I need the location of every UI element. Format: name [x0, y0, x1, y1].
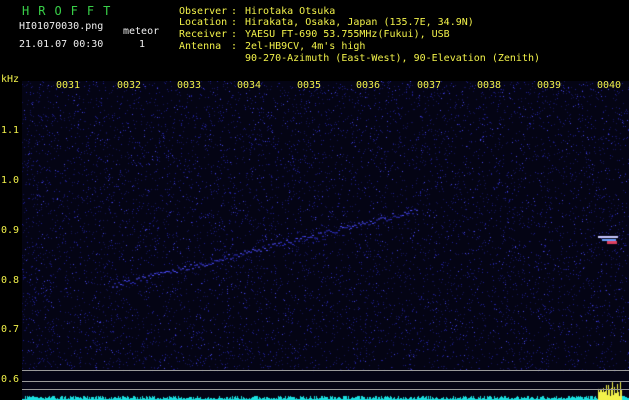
info-key-location: Location	[179, 17, 228, 28]
info-key-observer: Observer	[179, 6, 228, 17]
info-value-receiver: YAESU FT-690 53.755MHz(Fukui), USB	[245, 29, 450, 40]
info-key-receiver: Receiver	[179, 29, 228, 40]
info-colon: :	[231, 29, 238, 40]
x-tick-label: 0037	[417, 80, 442, 91]
meteor-count: 1	[139, 39, 146, 50]
y-tick-label: 0.6	[1, 374, 20, 385]
info-value-antenna-direction: 90-270-Azimuth (East-West), 90-Elevation…	[245, 53, 541, 64]
y-tick-label: 0.7	[1, 324, 20, 335]
x-tick-label: 0032	[117, 80, 142, 91]
x-tick-label: 0040	[597, 80, 622, 91]
y-tick-label: 1.1	[1, 125, 20, 136]
x-tick-label: 0039	[537, 80, 562, 91]
spectrogram-plot	[22, 81, 629, 400]
y-tick-label: 1.0	[1, 175, 20, 186]
x-tick-label: 0031	[56, 80, 81, 91]
y-tick-label: 0.9	[1, 225, 20, 236]
frequency-reference-line	[22, 389, 629, 390]
info-key-antenna: Antenna	[179, 41, 222, 52]
x-tick-label: 0033	[177, 80, 202, 91]
frequency-reference-line	[22, 381, 629, 382]
info-value-observer: Hirotaka Otsuka	[245, 6, 336, 17]
info-colon: :	[231, 17, 238, 28]
y-axis-unit: kHz	[1, 74, 20, 85]
info-colon: :	[231, 41, 238, 52]
x-tick-label: 0038	[477, 80, 502, 91]
date-time: 21.01.07 00:30	[19, 39, 104, 50]
info-colon: :	[231, 6, 238, 17]
info-value-location: Hirakata, Osaka, Japan (135.7E, 34.9N)	[245, 17, 474, 28]
app-logo: HROFFT	[22, 4, 120, 18]
info-value-antenna: 2el-HB9CV, 4m's high	[245, 41, 366, 52]
x-tick-label: 0036	[356, 80, 381, 91]
frequency-reference-line	[22, 370, 629, 371]
meteor-label: meteor	[123, 26, 160, 37]
file-name: HI01070030.png	[19, 21, 104, 32]
x-tick-label: 0035	[297, 80, 322, 91]
x-tick-label: 0034	[237, 80, 262, 91]
y-tick-label: 0.8	[1, 275, 20, 286]
spectrogram-canvas	[22, 81, 629, 400]
